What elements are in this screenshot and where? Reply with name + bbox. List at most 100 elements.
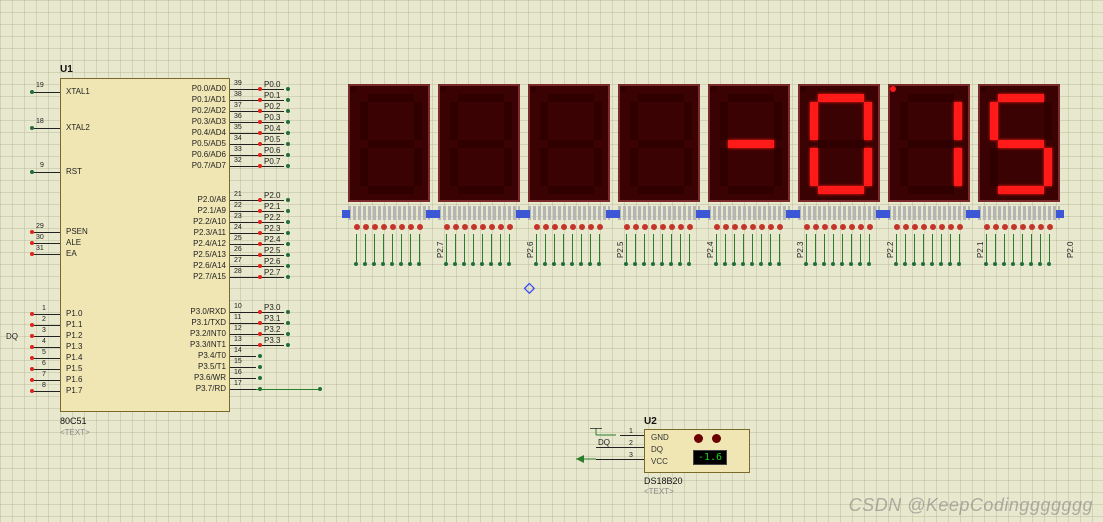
- seven-segment-display[interactable]: [528, 84, 610, 202]
- pin-terminal[interactable]: [30, 90, 34, 94]
- pin-terminal[interactable]: [258, 365, 262, 369]
- pin-terminal[interactable]: [30, 334, 34, 338]
- pin-terminal[interactable]: [258, 275, 262, 279]
- pin-terminal[interactable]: [258, 332, 262, 336]
- pin-terminal[interactable]: [258, 198, 262, 202]
- u1-net-label[interactable]: P0.6: [264, 146, 280, 155]
- pin-terminal[interactable]: [286, 87, 290, 91]
- pin-terminal[interactable]: [258, 153, 262, 157]
- u2-chip[interactable]: GND DQ VCC -1.6: [644, 429, 750, 473]
- display-enable-label[interactable]: P2.7: [436, 242, 445, 258]
- seven-segment-display[interactable]: [348, 84, 430, 202]
- pin-terminal[interactable]: [258, 310, 262, 314]
- pin-terminal[interactable]: [286, 242, 290, 246]
- pin-terminal[interactable]: [30, 367, 34, 371]
- pin-terminal[interactable]: [286, 153, 290, 157]
- pin-terminal[interactable]: [286, 98, 290, 102]
- pin-terminal[interactable]: [258, 253, 262, 257]
- u1-net-label[interactable]: P2.1: [264, 202, 280, 211]
- pin-terminal[interactable]: [258, 209, 262, 213]
- u1-net-label[interactable]: P2.5: [264, 246, 280, 255]
- pin-terminal[interactable]: [30, 323, 34, 327]
- u1-pin-num: 10: [234, 303, 242, 310]
- display-enable-label[interactable]: P2.3: [796, 242, 805, 258]
- pin-terminal[interactable]: [318, 387, 322, 391]
- pin-terminal[interactable]: [258, 242, 262, 246]
- pin-terminal[interactable]: [286, 264, 290, 268]
- pin-terminal[interactable]: [30, 312, 34, 316]
- pin-terminal[interactable]: [258, 376, 262, 380]
- pin-terminal[interactable]: [286, 220, 290, 224]
- u2-temperature-readout[interactable]: -1.6: [693, 450, 727, 465]
- pin-terminal[interactable]: [30, 126, 34, 130]
- display-enable-label[interactable]: P2.1: [976, 242, 985, 258]
- pin-terminal[interactable]: [258, 354, 262, 358]
- pin-terminal[interactable]: [258, 87, 262, 91]
- pin-terminal[interactable]: [258, 142, 262, 146]
- display-enable-label[interactable]: P2.5: [616, 242, 625, 258]
- pin-terminal[interactable]: [258, 321, 262, 325]
- pin-terminal[interactable]: [286, 332, 290, 336]
- pin-terminal[interactable]: [286, 120, 290, 124]
- pin-terminal[interactable]: [30, 230, 34, 234]
- pin-terminal[interactable]: [258, 231, 262, 235]
- u1-net-label[interactable]: P0.3: [264, 113, 280, 122]
- pin-terminal[interactable]: [258, 131, 262, 135]
- pin-terminal[interactable]: [30, 389, 34, 393]
- seven-segment-display[interactable]: [888, 84, 970, 202]
- display-enable-label[interactable]: P2.4: [706, 242, 715, 258]
- pin-terminal[interactable]: [30, 356, 34, 360]
- pin-terminal[interactable]: [258, 343, 262, 347]
- pin-terminal[interactable]: [30, 241, 34, 245]
- pin-terminal[interactable]: [30, 378, 34, 382]
- u1-net-label[interactable]: P3.0: [264, 303, 280, 312]
- pin-terminal[interactable]: [286, 310, 290, 314]
- seven-segment-display[interactable]: [798, 84, 880, 202]
- pin-terminal[interactable]: [286, 198, 290, 202]
- wire-junction: [651, 262, 655, 266]
- u1-net-label[interactable]: P3.1: [264, 314, 280, 323]
- pin-terminal[interactable]: [258, 220, 262, 224]
- pin-terminal[interactable]: [30, 252, 34, 256]
- display-enable-label[interactable]: P2.0: [1066, 242, 1075, 258]
- display-enable-label[interactable]: P2.6: [526, 242, 535, 258]
- u1-net-label[interactable]: P0.0: [264, 80, 280, 89]
- u1-net-label[interactable]: P2.6: [264, 257, 280, 266]
- seven-segment-display[interactable]: [708, 84, 790, 202]
- pin-terminal[interactable]: [286, 231, 290, 235]
- wire-junction: [768, 262, 772, 266]
- u1-net-label[interactable]: P2.0: [264, 191, 280, 200]
- u1-net-label[interactable]: P0.4: [264, 124, 280, 133]
- u1-net-label[interactable]: P2.2: [264, 213, 280, 222]
- pin-terminal[interactable]: [286, 109, 290, 113]
- pin-terminal[interactable]: [258, 98, 262, 102]
- net-label-dq[interactable]: DQ: [6, 332, 18, 341]
- seven-segment-display[interactable]: [978, 84, 1060, 202]
- pin-terminal[interactable]: [286, 142, 290, 146]
- u1-net-label[interactable]: P0.5: [264, 135, 280, 144]
- pin-terminal[interactable]: [30, 170, 34, 174]
- pin-terminal[interactable]: [286, 164, 290, 168]
- u1-net-label[interactable]: P0.1: [264, 91, 280, 100]
- pin-terminal[interactable]: [286, 343, 290, 347]
- seven-segment-display[interactable]: [618, 84, 700, 202]
- pin-terminal[interactable]: [258, 164, 262, 168]
- pin-terminal[interactable]: [286, 253, 290, 257]
- pin-terminal[interactable]: [286, 131, 290, 135]
- u1-net-label[interactable]: P0.2: [264, 102, 280, 111]
- u1-net-label[interactable]: P3.2: [264, 325, 280, 334]
- pin-terminal[interactable]: [258, 109, 262, 113]
- pin-terminal[interactable]: [286, 275, 290, 279]
- u1-net-label[interactable]: P0.7: [264, 157, 280, 166]
- pin-terminal[interactable]: [286, 321, 290, 325]
- seven-segment-display[interactable]: [438, 84, 520, 202]
- pin-terminal[interactable]: [30, 345, 34, 349]
- u1-net-label[interactable]: P3.3: [264, 336, 280, 345]
- pin-terminal[interactable]: [258, 264, 262, 268]
- u1-net-label[interactable]: P2.3: [264, 224, 280, 233]
- u1-net-label[interactable]: P2.7: [264, 268, 280, 277]
- pin-terminal[interactable]: [258, 120, 262, 124]
- u1-net-label[interactable]: P2.4: [264, 235, 280, 244]
- display-enable-label[interactable]: P2.2: [886, 242, 895, 258]
- pin-terminal[interactable]: [286, 209, 290, 213]
